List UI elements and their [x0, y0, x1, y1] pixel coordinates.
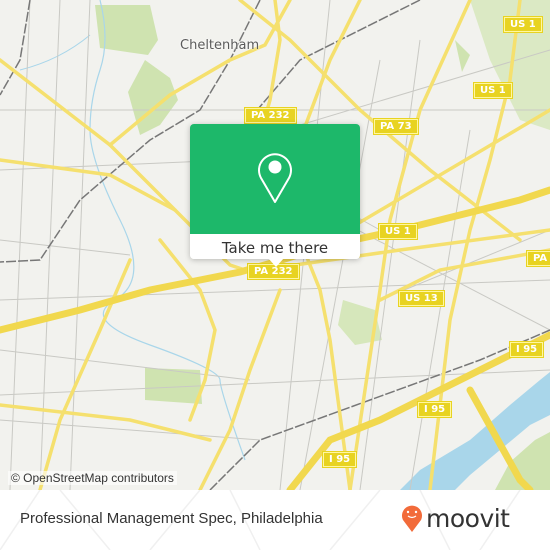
route-shield-us-1: US 1 — [379, 224, 417, 239]
location-pin-icon — [258, 153, 292, 203]
destination-popup: Take me there — [190, 124, 360, 259]
route-shield-pa: PA — [527, 251, 550, 266]
map-canvas[interactable]: Cheltenham PA 232 PA 73 US 1 US 1 US 1 P… — [0, 0, 550, 490]
popup-pointer — [268, 258, 284, 267]
place-title: Professional Management Spec, Philadelph… — [20, 510, 323, 527]
park-area — [455, 40, 470, 72]
route-shield-i-95: I 95 — [323, 452, 357, 467]
place-label-cheltenham: Cheltenham — [180, 38, 260, 53]
creek — [19, 34, 91, 71]
route-shield-pa-232: PA 232 — [245, 108, 296, 123]
popup-header — [190, 124, 360, 234]
route-shield-i-95: I 95 — [418, 402, 452, 417]
footer-bar: Professional Management Spec, Philadelph… — [0, 490, 550, 550]
moovit-pin-icon — [402, 505, 422, 532]
map-attribution[interactable]: © OpenStreetMap contributors — [8, 471, 177, 485]
route-shield-us-1: US 1 — [504, 17, 542, 32]
moovit-wordmark: moovit — [426, 503, 510, 533]
route-shield-us-1: US 1 — [474, 83, 512, 98]
moovit-logo[interactable]: moovit — [400, 500, 510, 536]
take-me-there-button[interactable]: Take me there — [190, 234, 360, 259]
route-shield-pa-73: PA 73 — [374, 119, 418, 134]
route-shield-i-95: I 95 — [510, 342, 544, 357]
route-shield-us-13: US 13 — [399, 291, 444, 306]
